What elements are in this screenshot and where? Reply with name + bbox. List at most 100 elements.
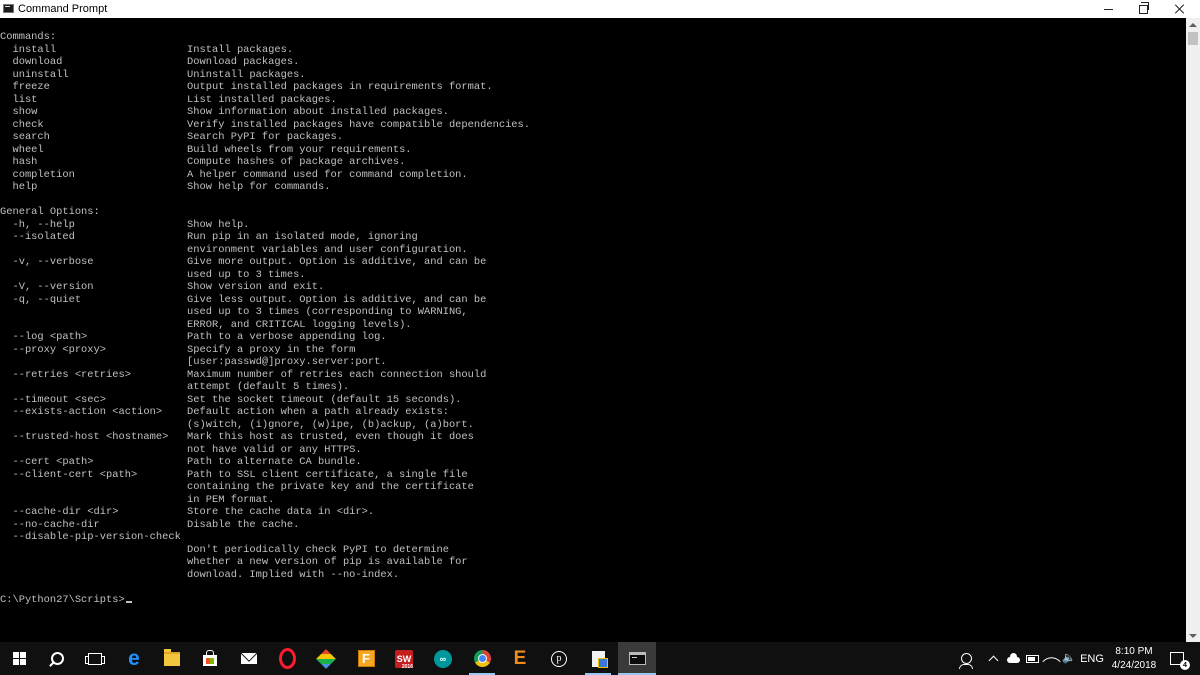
console-area[interactable]: Commands: install Install packages. down… [0, 18, 1186, 642]
console-line: show Show information about installed pa… [12, 106, 449, 118]
visual-studio-icon [316, 648, 336, 669]
p-app-icon: p [551, 650, 567, 667]
console-line: search Search PyPI for packages. [12, 131, 343, 143]
console-line: download. Implied with --no-index. [187, 568, 400, 581]
console-line: [user:passwd@]proxy.server:port. [187, 356, 387, 368]
taskbar-arduino[interactable]: ∞ [424, 642, 462, 675]
console-output: Commands: install Install packages. down… [0, 18, 1186, 606]
battery-icon [1025, 654, 1039, 663]
people-button[interactable] [957, 642, 975, 675]
close-button[interactable] [1164, 0, 1196, 18]
console-line: General Options: [0, 206, 100, 218]
console-line: environment variables and user configura… [187, 243, 468, 256]
console-line: freeze Output installed packages in requ… [12, 81, 493, 93]
start-button[interactable] [0, 642, 38, 675]
clock-date: 4/24/2018 [1111, 660, 1157, 671]
window-title: Command Prompt [18, 3, 108, 15]
title-bar[interactable]: Command Prompt [0, 0, 1200, 18]
network-button[interactable] [1041, 642, 1061, 675]
document-icon [591, 650, 608, 668]
people-icon [958, 653, 973, 669]
console-line: completion A helper command used for com… [12, 168, 468, 181]
arduino-icon: ∞ [434, 649, 452, 668]
console-line: -h, --help Show help. [12, 218, 250, 231]
console-line: hash Compute hashes of package archives. [12, 156, 406, 168]
taskbar-f-app[interactable]: F [347, 642, 385, 675]
console-line: -v, --verbose Give more output. Option i… [12, 256, 487, 268]
windows-logo-icon [12, 652, 26, 665]
restore-button[interactable] [1127, 0, 1159, 18]
console-line: download Download packages. [12, 56, 300, 68]
console-line: --no-cache-dir Disable the cache. [12, 518, 300, 531]
console-line: check Verify installed packages have com… [12, 118, 531, 131]
console-line: whether a new version of pip is availabl… [187, 556, 468, 568]
edge-icon: e [128, 647, 140, 670]
taskbar-mail[interactable] [230, 642, 268, 675]
taskbar-visual-studio[interactable] [307, 642, 345, 675]
scroll-down-arrow-icon[interactable] [1186, 629, 1200, 642]
console-line: uninstall Uninstall packages. [12, 68, 306, 81]
console-line: -V, --version Show version and exit. [12, 281, 325, 293]
console-line: used up to 3 times. [187, 268, 306, 281]
taskbar-document[interactable] [579, 642, 617, 675]
console-line: --trusted-host <hostname> Mark this host… [12, 431, 474, 443]
console-line: Commands: [0, 31, 57, 43]
console-line: --timeout <sec> Set the socket timeout (… [12, 393, 462, 406]
language-button[interactable]: ENG [1080, 642, 1104, 675]
console-line: in PEM format. [187, 493, 275, 506]
minimize-icon [1103, 8, 1113, 10]
command-prompt-line: C:\Python27\Scripts> [0, 593, 125, 606]
search-button[interactable] [38, 642, 76, 675]
volume-button[interactable]: 🔈 [1061, 642, 1077, 675]
volume-icon: 🔈 [1062, 652, 1076, 664]
taskbar-solidworks[interactable]: SW [385, 642, 423, 675]
chrome-icon [473, 650, 491, 667]
taskbar-edge[interactable]: e [115, 642, 153, 675]
taskbar-e-app[interactable]: E [501, 642, 539, 675]
console-line: -q, --quiet Give less output. Option is … [12, 293, 487, 306]
clock[interactable]: 8:10 PM 4/24/2018 [1103, 645, 1165, 673]
store-icon [203, 649, 217, 666]
console-line: containing the private key and the certi… [187, 481, 474, 493]
minimize-button[interactable] [1092, 0, 1124, 18]
f-app-icon: F [357, 650, 375, 667]
taskbar-chrome[interactable] [463, 642, 501, 675]
console-line: used up to 3 times (corresponding to WAR… [187, 306, 468, 318]
command-prompt-icon [3, 4, 14, 13]
task-view-icon [85, 652, 105, 665]
console-line: --cache-dir <dir> Store the cache data i… [12, 506, 375, 518]
taskbar-p-app[interactable]: p [540, 642, 578, 675]
taskbar-store[interactable] [191, 642, 229, 675]
task-view-button[interactable] [76, 642, 114, 675]
show-hidden-icons-button[interactable] [986, 642, 1000, 675]
console-line: --log <path> Path to a verbose appending… [12, 331, 387, 343]
action-center-button[interactable]: 4 [1166, 642, 1190, 675]
console-line: --client-cert <path> Path to SSL client … [12, 468, 468, 481]
taskbar: e F SW ∞ E p [0, 642, 1200, 675]
console-line: not have valid or any HTTPS. [187, 443, 362, 456]
console-line: --isolated Run pip in an isolated mode, … [12, 231, 418, 243]
notification-count: 4 [1180, 660, 1190, 670]
console-line: help Show help for commands. [12, 181, 331, 193]
onedrive-button[interactable] [1004, 642, 1022, 675]
taskbar-opera[interactable] [268, 642, 306, 675]
solidworks-icon: SW [395, 649, 413, 670]
opera-icon [278, 648, 296, 669]
restore-icon [1138, 1, 1149, 14]
vertical-scrollbar[interactable] [1186, 18, 1200, 642]
close-icon [1175, 4, 1185, 14]
battery-button[interactable] [1024, 642, 1040, 675]
chevron-up-icon [988, 655, 998, 666]
console-line: (s)witch, (i)gnore, (w)ipe, (b)ackup, (a… [187, 418, 474, 431]
console-line: --disable-pip-version-check [12, 531, 181, 543]
scroll-thumb[interactable] [1188, 32, 1198, 45]
clock-time: 8:10 PM [1115, 646, 1153, 657]
taskbar-file-explorer[interactable] [153, 642, 191, 675]
language-indicator: ENG [1080, 652, 1104, 665]
command-prompt-icon [628, 652, 646, 665]
mail-icon [241, 653, 257, 664]
notification-icon: 4 [1170, 652, 1190, 670]
console-line: attempt (default 5 times). [187, 381, 350, 393]
scroll-up-arrow-icon[interactable] [1186, 18, 1200, 31]
taskbar-command-prompt[interactable] [618, 642, 656, 675]
